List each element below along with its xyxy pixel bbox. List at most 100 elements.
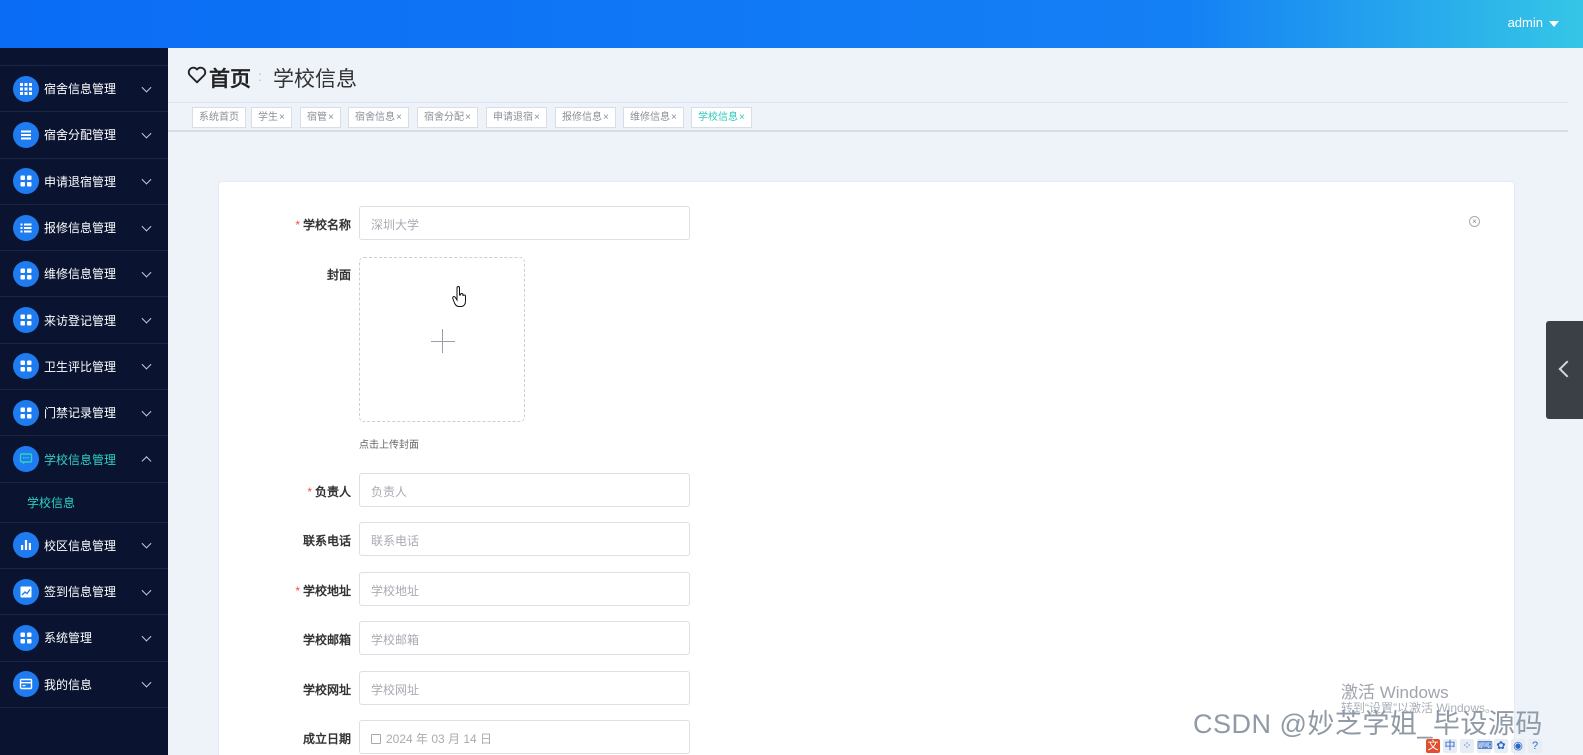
tab-repair-report[interactable]: 报修信息× (555, 107, 616, 128)
close-circle-icon[interactable]: × (1469, 216, 1480, 227)
breadcrumb-separator: : (258, 68, 262, 84)
tab-home[interactable]: 系统首页 (192, 107, 246, 128)
tab-dorm-managers[interactable]: 宿管× (300, 107, 341, 128)
sidebar-item-dorm-info[interactable]: 宿舍信息管理 (0, 66, 168, 113)
calendar-icon (371, 734, 381, 744)
form-row-email: 学校邮箱 学校邮箱 (219, 621, 1219, 655)
cover-upload[interactable] (359, 257, 525, 422)
help-icon[interactable]: ? (1528, 739, 1542, 753)
chevron-down-icon (141, 128, 152, 139)
phone-input[interactable]: 联系电话 (359, 522, 690, 556)
close-icon[interactable]: × (396, 112, 402, 123)
sidebar-subitem-school-info[interactable]: 学校信息 (0, 483, 168, 523)
plus-icon (431, 341, 455, 342)
sidebar-item-visitors[interactable]: 来访登记管理 (0, 297, 168, 344)
settings-icon[interactable]: ◉ (1511, 739, 1525, 753)
sidebar-item-label: 我的信息 (44, 677, 93, 692)
chevron-down-icon (141, 267, 152, 278)
sidebar-subitem-label: 学校信息 (27, 495, 76, 510)
tab-label: 宿管 (307, 112, 327, 123)
sidebar-item-school-info[interactable]: 学校信息管理 (0, 436, 168, 483)
card-icon (13, 671, 39, 698)
manager-input[interactable]: 负责人 (359, 473, 690, 507)
sidebar-item-label: 校区信息管理 (44, 538, 117, 553)
close-icon[interactable]: × (279, 112, 285, 123)
hand-cursor-icon (452, 286, 466, 307)
sidebar-item-label: 维修信息管理 (44, 267, 117, 282)
grid-icon (13, 75, 39, 102)
sidebar-item-maintenance[interactable]: 维修信息管理 (0, 251, 168, 298)
form-label: * 学校名称 (219, 216, 351, 233)
tab-label: 宿舍信息 (355, 112, 395, 123)
form-label: 成立日期 (219, 730, 351, 747)
user-menu[interactable]: admin (1508, 15, 1559, 30)
sidebar-item-repair-report[interactable]: 报修信息管理 (0, 205, 168, 252)
drawer-toggle[interactable] (1546, 321, 1583, 419)
chinese-input-icon[interactable]: 中 (1443, 739, 1457, 753)
sidebar-item-dorm-assign[interactable]: 宿舍分配管理 (0, 112, 168, 159)
form-label: * 负责人 (219, 483, 351, 500)
apps-icon (13, 260, 39, 287)
sidebar-item-label: 宿舍分配管理 (44, 128, 117, 143)
breadcrumb-home[interactable]: 首页 (209, 63, 251, 93)
tab-checkout[interactable]: 申请退宿× (486, 107, 547, 128)
chevron-down-icon (141, 174, 152, 185)
sidebar-item-access-control[interactable]: 门禁记录管理 (0, 390, 168, 437)
chevron-left-icon (1558, 360, 1576, 378)
breadcrumb-current: 学校信息 (273, 68, 357, 91)
form-label: 联系电话 (219, 532, 351, 549)
close-icon[interactable]: × (603, 112, 609, 123)
tab-label: 申请退宿 (493, 112, 533, 123)
sidebar-item-campus-info[interactable]: 校区信息管理 (0, 523, 168, 569)
tab-dorm-assign[interactable]: 宿舍分配× (417, 107, 478, 128)
upload-hint: 点击上传封面 (359, 440, 419, 451)
tab-dorm-info[interactable]: 宿舍信息× (348, 107, 409, 128)
ime-icon[interactable]: 文 (1426, 739, 1440, 753)
form-row-manager: * 负责人 负责人 (219, 473, 1219, 507)
form-row-phone: 联系电话 联系电话 (219, 522, 1219, 556)
sidebar-item-checkout[interactable]: 申请退宿管理 (0, 159, 168, 205)
close-icon[interactable]: × (739, 112, 745, 123)
email-input[interactable]: 学校邮箱 (359, 621, 690, 655)
keyboard-icon[interactable]: ⌨ (1477, 739, 1493, 753)
sidebar-item-hygiene[interactable]: 卫生评比管理 (0, 344, 168, 391)
close-icon[interactable]: × (671, 112, 677, 123)
tab-maintenance[interactable]: 维修信息× (623, 107, 684, 128)
apps-icon (13, 168, 39, 195)
sidebar-item-label: 门禁记录管理 (44, 406, 117, 421)
sidebar-item-partial[interactable] (0, 48, 168, 66)
chevron-down-icon (141, 585, 152, 596)
chevron-down-icon (141, 360, 152, 370)
chevron-down-icon (141, 221, 152, 232)
form-row-founded: 成立日期 2024 年 03 月 14 日 (219, 720, 1219, 754)
skin-icon[interactable]: ✿ (1494, 739, 1508, 753)
tab-label: 报修信息 (562, 112, 602, 123)
chevron-down-icon (141, 406, 152, 417)
form-row-address: * 学校地址 学校地址 (219, 572, 1219, 606)
address-input[interactable]: 学校地址 (359, 572, 690, 606)
username: admin (1507, 15, 1543, 30)
close-icon[interactable]: × (534, 112, 540, 123)
form-label: 学校邮箱 (219, 631, 351, 648)
school-name-input[interactable]: 深圳大学 (359, 206, 690, 240)
sidebar: 宿舍信息管理 宿舍分配管理 申请退宿管理 报修信息管理 维修信息管理 来访登记管… (0, 48, 168, 755)
sidebar-item-checkin[interactable]: 签到信息管理 (0, 569, 168, 616)
bar-chart-icon (13, 532, 39, 559)
sidebar-item-label: 申请退宿管理 (44, 174, 117, 189)
close-icon[interactable]: × (328, 112, 334, 123)
tab-school-info[interactable]: 学校信息× (691, 107, 752, 128)
sidebar-item-label: 宿舍信息管理 (44, 82, 117, 97)
sidebar-item-label: 报修信息管理 (44, 221, 117, 236)
list-icon (13, 121, 39, 148)
close-icon[interactable]: × (465, 112, 471, 123)
sidebar-item-system[interactable]: 系统管理 (0, 615, 168, 662)
founded-date-picker[interactable]: 2024 年 03 月 14 日 (359, 720, 690, 754)
caret-down-icon (1549, 20, 1559, 27)
apps-icon (13, 307, 39, 334)
punctuation-icon[interactable]: ⁘ (1460, 739, 1474, 753)
tab-students[interactable]: 学生× (251, 107, 292, 128)
chevron-down-icon (141, 677, 152, 688)
sidebar-item-my-info[interactable]: 我的信息 (0, 662, 168, 708)
website-input[interactable]: 学校网址 (359, 671, 690, 705)
label-text: 负责人 (314, 485, 351, 499)
